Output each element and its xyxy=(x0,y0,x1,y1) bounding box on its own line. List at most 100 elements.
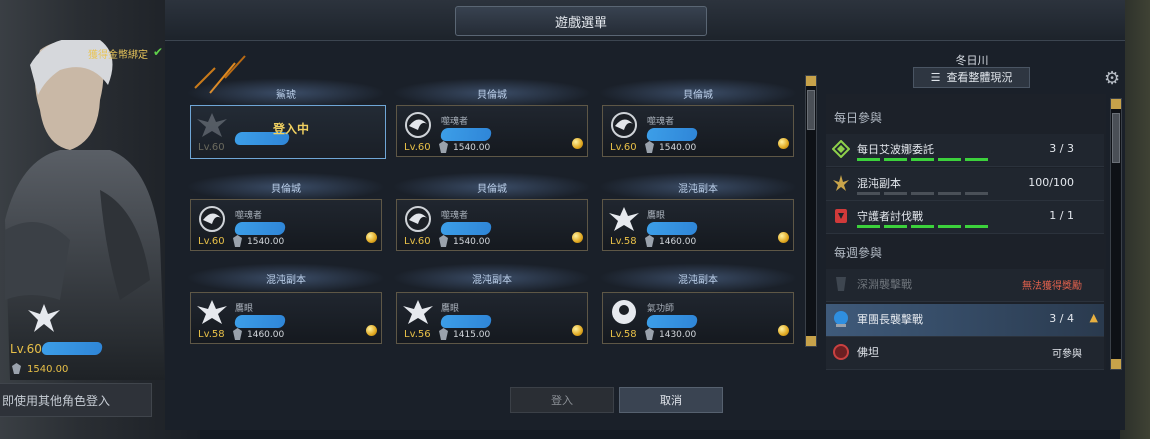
scroll-thumb[interactable] xyxy=(1112,113,1120,163)
class-emblem-icon xyxy=(195,110,229,140)
progress-segment xyxy=(884,192,907,195)
view-overview-button[interactable]: ☰ 查看整體現況 xyxy=(913,67,1030,88)
gold-bound-label: 獲得金幣綁定 xyxy=(88,50,148,61)
progress-segment xyxy=(857,225,880,228)
progress-segment xyxy=(938,192,961,195)
character-card[interactable]: 噬魂者 Lv.60 1540.00 xyxy=(190,199,382,251)
window-title: 遊戲選單 xyxy=(554,16,607,31)
activity-count: 1 / 1 xyxy=(1049,209,1074,222)
scroll-down-arrow[interactable] xyxy=(1111,359,1121,369)
class-emblem-icon xyxy=(28,304,60,332)
chevron-up-icon: ▲ xyxy=(1089,311,1098,324)
item-level: 1540.00 xyxy=(453,143,491,153)
character-class: 鷹眼 xyxy=(647,211,666,221)
item-level-icon xyxy=(233,235,242,247)
progress-segment xyxy=(911,192,934,195)
name-redaction xyxy=(645,315,699,328)
login-button[interactable]: 登入 xyxy=(510,387,614,413)
class-emblem-icon xyxy=(401,204,435,234)
cancel-button[interactable]: 取消 xyxy=(619,387,723,413)
character-level: Lv.60 xyxy=(610,142,637,153)
name-redaction xyxy=(645,128,699,141)
character-class: 鷹眼 xyxy=(441,304,460,314)
character-level: Lv.60 xyxy=(198,142,225,153)
character-card[interactable]: 噬魂者 Lv.60 1540.00 xyxy=(396,199,588,251)
character-scrollbar[interactable] xyxy=(805,75,817,347)
progress-segment xyxy=(965,225,988,228)
list-icon: ☰ xyxy=(930,71,941,84)
name-redaction xyxy=(233,315,287,328)
scroll-down-arrow[interactable] xyxy=(806,336,816,346)
gold-coin-icon xyxy=(778,138,789,149)
item-level-icon xyxy=(439,328,448,340)
character-location: 貝倫城 xyxy=(477,90,507,101)
name-redaction xyxy=(645,222,699,235)
activity-scrollbar[interactable] xyxy=(1110,98,1122,370)
character-location: 混沌副本 xyxy=(266,275,306,286)
item-level: 1430.00 xyxy=(659,330,697,340)
weekly-heading: 每週參與 xyxy=(834,246,883,260)
scroll-thumb[interactable] xyxy=(807,90,815,130)
scroll-up-arrow[interactable] xyxy=(806,76,816,86)
name-redaction xyxy=(40,342,104,355)
name-redaction xyxy=(439,222,493,235)
weekly-activity-row[interactable]: 軍團長襲擊戰 3 / 4 ▲ xyxy=(826,304,1104,337)
gold-coin-icon xyxy=(366,232,377,243)
character-card[interactable]: 噬魂者 Lv.60 1540.00 xyxy=(602,105,794,157)
login-status: 登入中 xyxy=(273,122,310,136)
class-emblem-icon xyxy=(401,297,435,327)
scroll-up-arrow[interactable] xyxy=(1111,99,1121,109)
daily-activity-row[interactable]: 守護者討伐戰 1 / 1 xyxy=(826,201,1104,234)
activity-count: 3 / 4 xyxy=(1049,312,1074,325)
name-redaction xyxy=(233,222,287,235)
progress-segment xyxy=(911,225,934,228)
activity-note: 可參與 xyxy=(1052,349,1082,360)
character-level: Lv.58 xyxy=(610,236,637,247)
other-character-login-button[interactable]: 即使用其他角色登入 xyxy=(0,383,152,417)
daily-activity-row[interactable]: 每日艾波娜委託 3 / 3 xyxy=(826,134,1104,167)
character-class: 噬魂者 xyxy=(441,211,469,221)
item-level-icon xyxy=(12,363,21,374)
character-card[interactable]: 噬魂者 Lv.60 1540.00 xyxy=(396,105,588,157)
gold-coin-icon xyxy=(572,232,583,243)
gold-coin-icon xyxy=(572,325,583,336)
character-card[interactable]: Lv.60 登入中 xyxy=(190,105,386,159)
item-level-icon xyxy=(645,141,654,153)
character-card[interactable]: 氣功師 Lv.58 1430.00 xyxy=(602,292,794,344)
character-card[interactable]: 鷹眼 Lv.58 1460.00 xyxy=(190,292,382,344)
character-location: 混沌副本 xyxy=(678,275,718,286)
gold-coin-icon xyxy=(572,138,583,149)
activity-count: 3 / 3 xyxy=(1049,142,1074,155)
progress-segment xyxy=(911,158,934,161)
fotan-icon xyxy=(832,343,850,361)
daily-activity-row[interactable]: 混沌副本 100/100 xyxy=(826,168,1104,201)
character-level: Lv.58 xyxy=(610,329,637,340)
character-location: 貝倫城 xyxy=(271,184,301,195)
progress-segment xyxy=(938,225,961,228)
gear-icon[interactable]: ⚙ xyxy=(1104,68,1120,89)
region-name: 冬日川 xyxy=(955,54,989,67)
class-emblem-icon xyxy=(195,204,229,234)
hero-gold: 1540.00 xyxy=(27,364,69,375)
item-level-icon xyxy=(233,328,242,340)
weekly-activity-row[interactable]: 佛坦 可參與 xyxy=(826,337,1104,370)
item-level-icon xyxy=(645,328,654,340)
overview-label: 查看整體現況 xyxy=(946,71,1013,84)
character-class: 氣功師 xyxy=(647,304,675,314)
hero-level: Lv.60 xyxy=(10,342,42,356)
guardian-icon xyxy=(832,207,850,225)
character-card[interactable]: 鷹眼 Lv.56 1415.00 xyxy=(396,292,588,344)
character-location: 混沌副本 xyxy=(678,184,718,195)
diamond-quest-icon xyxy=(831,139,851,159)
character-location: 貝倫城 xyxy=(477,184,507,195)
weekly-activity-row[interactable]: 深淵襲擊戰 無法獲得獎勵 xyxy=(826,269,1104,302)
character-class: 噬魂者 xyxy=(235,211,263,221)
activity-count: 100/100 xyxy=(1028,176,1074,189)
activity-name: 軍團長襲擊戰 xyxy=(857,313,923,326)
daily-heading: 每日參與 xyxy=(834,111,883,125)
character-class: 鷹眼 xyxy=(235,304,254,314)
character-card[interactable]: 鷹眼 Lv.58 1460.00 xyxy=(602,199,794,251)
activity-name: 深淵襲擊戰 xyxy=(857,278,912,291)
chaos-icon xyxy=(832,174,850,192)
activity-name: 守護者討伐戰 xyxy=(857,210,923,223)
